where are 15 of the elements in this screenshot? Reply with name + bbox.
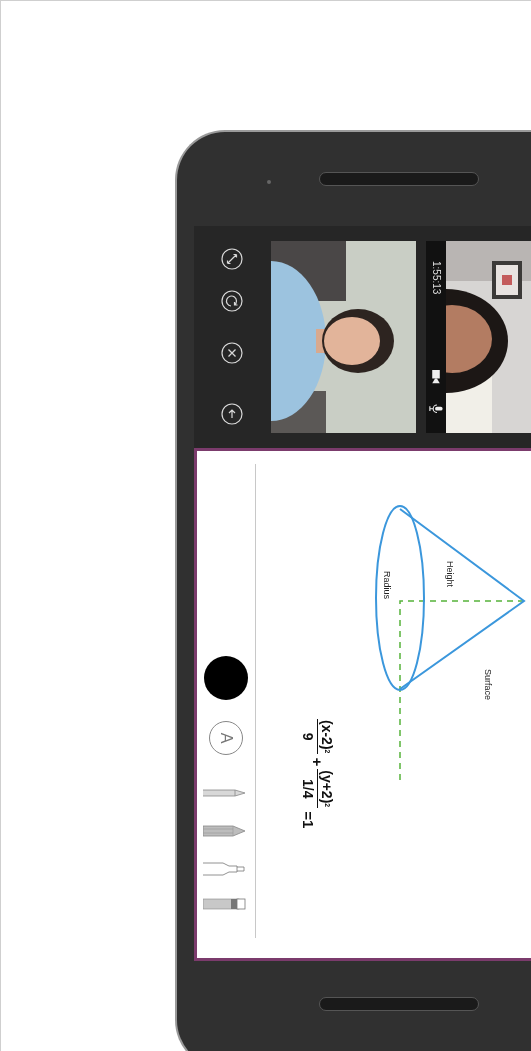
front-camera-icon [267, 180, 271, 184]
diagram-label: Height [445, 561, 454, 587]
call-timer: 1:55:13 [431, 261, 441, 295]
expand-icon[interactable] [221, 248, 244, 270]
text-tool-button[interactable]: A [209, 721, 243, 755]
video-camera-icon[interactable] [431, 370, 441, 384]
equals-one: =1 [301, 811, 316, 829]
diagram-label: Radius [382, 571, 391, 599]
close-icon[interactable] [221, 342, 244, 364]
eraser-icon[interactable] [203, 897, 249, 911]
plus-sign: + [310, 757, 325, 767]
color-swatch[interactable] [204, 656, 248, 700]
diagram-label: Surface [483, 669, 492, 701]
refresh-icon[interactable] [221, 290, 244, 312]
microphone-icon[interactable] [429, 403, 443, 413]
